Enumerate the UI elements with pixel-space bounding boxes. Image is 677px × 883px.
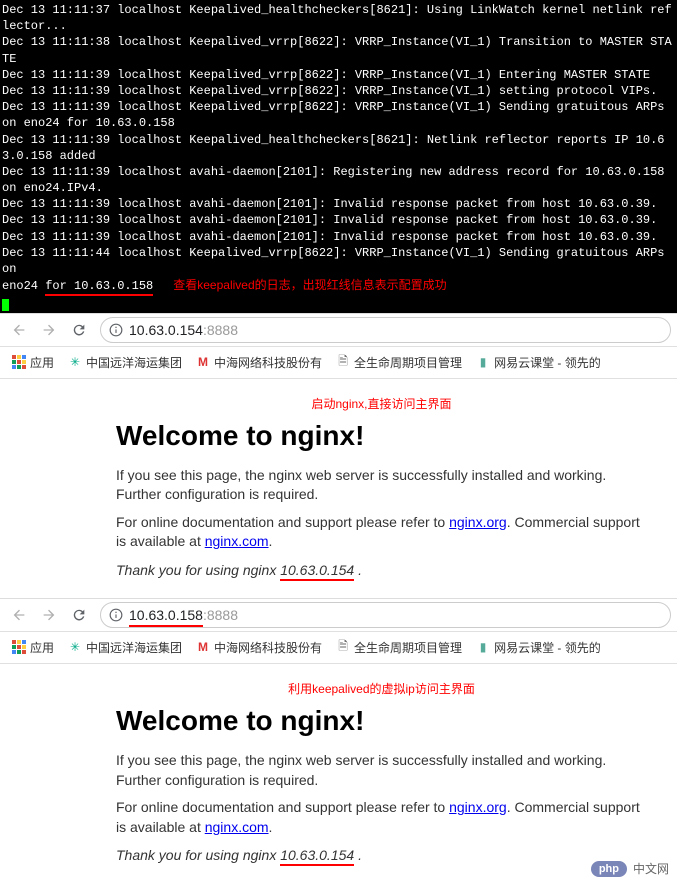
bookmark-item[interactable]: ▮ 网易云课堂 - 领先的 xyxy=(470,635,607,660)
reload-icon xyxy=(71,607,87,623)
apps-button[interactable]: 应用 xyxy=(6,635,60,660)
url-port: :8888 xyxy=(203,607,238,623)
bookmark-item[interactable]: ▮ 网易云课堂 - 领先的 xyxy=(470,350,607,375)
forward-button[interactable] xyxy=(36,317,62,343)
bookmarks-bar: 应用 ✳ 中国远洋海运集团 M 中海网络科技股份有 🗎 全生命周期项目管理 ▮ 网易云课… xyxy=(0,347,677,379)
log-line-prefix: eno24 xyxy=(2,279,45,293)
terminal-cursor xyxy=(2,299,9,311)
server-ip: 10.63.0.154 xyxy=(280,562,354,581)
favicon-icon: ▮ xyxy=(476,640,490,654)
log-line: Dec 13 11:11:38 localhost Keepalived_vrr… xyxy=(2,35,672,65)
nginx-paragraph: For online documentation and support ple… xyxy=(116,513,647,552)
bookmark-item[interactable]: 🗎 全生命周期项目管理 xyxy=(330,635,468,660)
apps-label: 应用 xyxy=(30,639,54,656)
favicon-icon: 🗎 xyxy=(336,355,350,369)
url-text: 10.63.0.158:8888 xyxy=(129,607,238,623)
bookmark-label: 中国远洋海运集团 xyxy=(86,639,182,656)
page-title: Welcome to nginx! xyxy=(116,420,647,452)
bookmarks-bar: 应用 ✳ 中国远洋海运集团 M 中海网络科技股份有 🗎 全生命周期项目管理 ▮ 网易云课… xyxy=(0,632,677,664)
page-annotation: 启动nginx,直接访问主界面 xyxy=(116,389,647,414)
reload-button[interactable] xyxy=(66,602,92,628)
favicon-icon: ✳ xyxy=(68,355,82,369)
bookmark-label: 中海网络科技股份有 xyxy=(214,639,322,656)
bookmark-label: 全生命周期项目管理 xyxy=(354,354,462,371)
log-line: Dec 13 11:11:39 localhost avahi-daemon[2… xyxy=(2,213,657,227)
browser-nav-bar: 10.63.0.158:8888 xyxy=(0,598,677,632)
bookmark-label: 中国远洋海运集团 xyxy=(86,354,182,371)
address-bar[interactable]: 10.63.0.154:8888 xyxy=(100,317,671,343)
bookmark-label: 网易云课堂 - 领先的 xyxy=(494,354,601,371)
favicon-icon: M xyxy=(196,640,210,654)
forward-button[interactable] xyxy=(36,602,62,628)
url-host: 10.63.0.154 xyxy=(129,322,203,338)
nginx-org-link[interactable]: nginx.org xyxy=(449,514,507,530)
bookmark-label: 全生命周期项目管理 xyxy=(354,639,462,656)
bookmark-label: 网易云课堂 - 领先的 xyxy=(494,639,601,656)
bookmark-item[interactable]: M 中海网络科技股份有 xyxy=(190,635,328,660)
info-icon[interactable] xyxy=(109,608,123,622)
back-button[interactable] xyxy=(6,317,32,343)
url-text: 10.63.0.154:8888 xyxy=(129,322,238,338)
apps-icon xyxy=(12,640,26,654)
nginx-paragraph: If you see this page, the nginx web serv… xyxy=(116,466,647,505)
favicon-icon: ✳ xyxy=(68,640,82,654)
nginx-com-link[interactable]: nginx.com xyxy=(205,533,269,549)
bookmark-item[interactable]: ✳ 中国远洋海运集团 xyxy=(62,635,188,660)
favicon-icon: ▮ xyxy=(476,355,490,369)
apps-icon xyxy=(12,355,26,369)
nginx-org-link[interactable]: nginx.org xyxy=(449,799,507,815)
terminal-output: Dec 13 11:11:37 localhost Keepalived_hea… xyxy=(0,0,677,313)
back-button[interactable] xyxy=(6,602,32,628)
page-annotation: 利用keepalived的虚拟ip访问主界面 xyxy=(116,674,647,699)
nginx-paragraph: For online documentation and support ple… xyxy=(116,798,647,837)
url-host: 10.63.0.158 xyxy=(129,607,203,627)
arrow-left-icon xyxy=(11,322,27,338)
apps-button[interactable]: 应用 xyxy=(6,350,60,375)
log-line: Dec 13 11:11:39 localhost Keepalived_vrr… xyxy=(2,68,650,82)
bookmark-item[interactable]: M 中海网络科技股份有 xyxy=(190,350,328,375)
info-icon[interactable] xyxy=(109,323,123,337)
page-body: 利用keepalived的虚拟ip访问主界面 Welcome to nginx!… xyxy=(0,664,677,883)
arrow-right-icon xyxy=(41,322,57,338)
nginx-thanks: Thank you for using nginx 10.63.0.154 . xyxy=(116,562,647,578)
bookmark-item[interactable]: 🗎 全生命周期项目管理 xyxy=(330,350,468,375)
bookmark-item[interactable]: ✳ 中国远洋海运集团 xyxy=(62,350,188,375)
browser-nav-bar: 10.63.0.154:8888 xyxy=(0,313,677,347)
nginx-thanks: Thank you for using nginx 10.63.0.154 . xyxy=(116,847,647,863)
arrow-left-icon xyxy=(11,607,27,623)
url-port: :8888 xyxy=(203,322,238,338)
log-line: Dec 13 11:11:44 localhost Keepalived_vrr… xyxy=(2,246,672,276)
nginx-paragraph: If you see this page, the nginx web serv… xyxy=(116,751,647,790)
log-line: Dec 13 11:11:39 localhost avahi-daemon[2… xyxy=(2,197,657,211)
address-bar[interactable]: 10.63.0.158:8888 xyxy=(100,602,671,628)
log-line: Dec 13 11:11:39 localhost avahi-daemon[2… xyxy=(2,165,672,195)
highlighted-vip: for 10.63.0.158 xyxy=(45,279,153,296)
log-line: Dec 13 11:11:39 localhost avahi-daemon[2… xyxy=(2,230,657,244)
server-ip: 10.63.0.154 xyxy=(280,847,354,866)
page-body: 启动nginx,直接访问主界面 Welcome to nginx! If you… xyxy=(0,379,677,598)
log-line: Dec 13 11:11:37 localhost Keepalived_hea… xyxy=(2,3,672,33)
apps-label: 应用 xyxy=(30,354,54,371)
log-line: Dec 13 11:11:39 localhost Keepalived_hea… xyxy=(2,133,665,163)
terminal-annotation: 查看keepalived的日志，出现红线信息表示配置成功 xyxy=(173,278,446,292)
arrow-right-icon xyxy=(41,607,57,623)
log-line: Dec 13 11:11:39 localhost Keepalived_vrr… xyxy=(2,100,672,130)
reload-icon xyxy=(71,322,87,338)
page-title: Welcome to nginx! xyxy=(116,705,647,737)
favicon-icon: 🗎 xyxy=(336,640,350,654)
bookmark-label: 中海网络科技股份有 xyxy=(214,354,322,371)
favicon-icon: M xyxy=(196,355,210,369)
nginx-com-link[interactable]: nginx.com xyxy=(205,819,269,835)
reload-button[interactable] xyxy=(66,317,92,343)
log-line: Dec 13 11:11:39 localhost Keepalived_vrr… xyxy=(2,84,657,98)
